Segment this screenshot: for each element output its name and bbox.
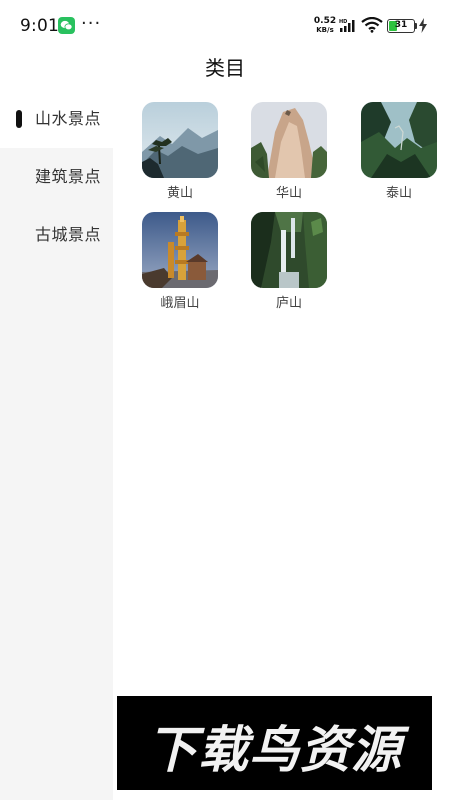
sidebar-item-ancient-town[interactable]: 古城景点	[0, 206, 113, 264]
sidebar-item-landscape[interactable]: 山水景点	[0, 90, 113, 148]
category-sidebar: 山水景点 建筑景点 古城景点	[0, 90, 113, 800]
huashan-image[interactable]	[251, 102, 327, 178]
grid-item-lushan[interactable]: 庐山	[251, 200, 327, 311]
taishan-image[interactable]	[361, 102, 437, 178]
wechat-icon	[58, 17, 75, 34]
more-notifications-icon: ···	[81, 13, 102, 34]
sidebar-item-label: 建筑景点	[35, 167, 102, 186]
status-bar: 9:01 ··· 0.52 KB/s HD 31	[0, 0, 450, 50]
battery-level: 31	[394, 20, 408, 30]
sidebar-item-label: 山水景点	[35, 109, 102, 128]
hd-label: HD	[339, 19, 347, 25]
signal-icon: HD	[339, 19, 355, 32]
grid-item-taishan[interactable]: 泰山	[361, 90, 437, 201]
page-title: 类目	[205, 56, 245, 80]
battery-icon: 31	[387, 19, 415, 33]
network-speed: 0.52 KB/s	[312, 17, 338, 35]
grid-item-label: 庐山	[275, 296, 302, 311]
lushan-image[interactable]	[251, 212, 327, 288]
sidebar-item-label: 古城景点	[35, 225, 102, 244]
battery-cap	[415, 23, 417, 29]
active-indicator	[16, 110, 22, 128]
watermark-banner: 下载鸟资源	[117, 696, 432, 790]
grid-item-emeishan[interactable]: 峨眉山	[142, 200, 218, 311]
huangshan-image[interactable]	[142, 102, 218, 178]
net-speed-unit: KB/s	[316, 26, 334, 34]
status-time: 9:01	[20, 16, 59, 36]
net-speed-value: 0.52	[313, 16, 337, 26]
sidebar-item-architecture[interactable]: 建筑景点	[0, 148, 113, 206]
grid-item-label: 峨眉山	[160, 296, 200, 311]
grid-item-label: 泰山	[385, 186, 412, 201]
watermark-text: 下载鸟资源	[147, 721, 402, 779]
grid-item-huangshan[interactable]: 黄山	[142, 90, 218, 201]
charging-icon	[419, 18, 427, 33]
emeishan-image[interactable]	[142, 212, 218, 288]
attraction-grid: 黄山 华山 泰山 峨眉山 庐山	[113, 90, 450, 320]
grid-item-label: 黄山	[166, 186, 193, 201]
grid-item-huashan[interactable]: 华山	[251, 90, 327, 201]
grid-item-label: 华山	[275, 186, 302, 201]
wifi-icon	[361, 17, 383, 33]
